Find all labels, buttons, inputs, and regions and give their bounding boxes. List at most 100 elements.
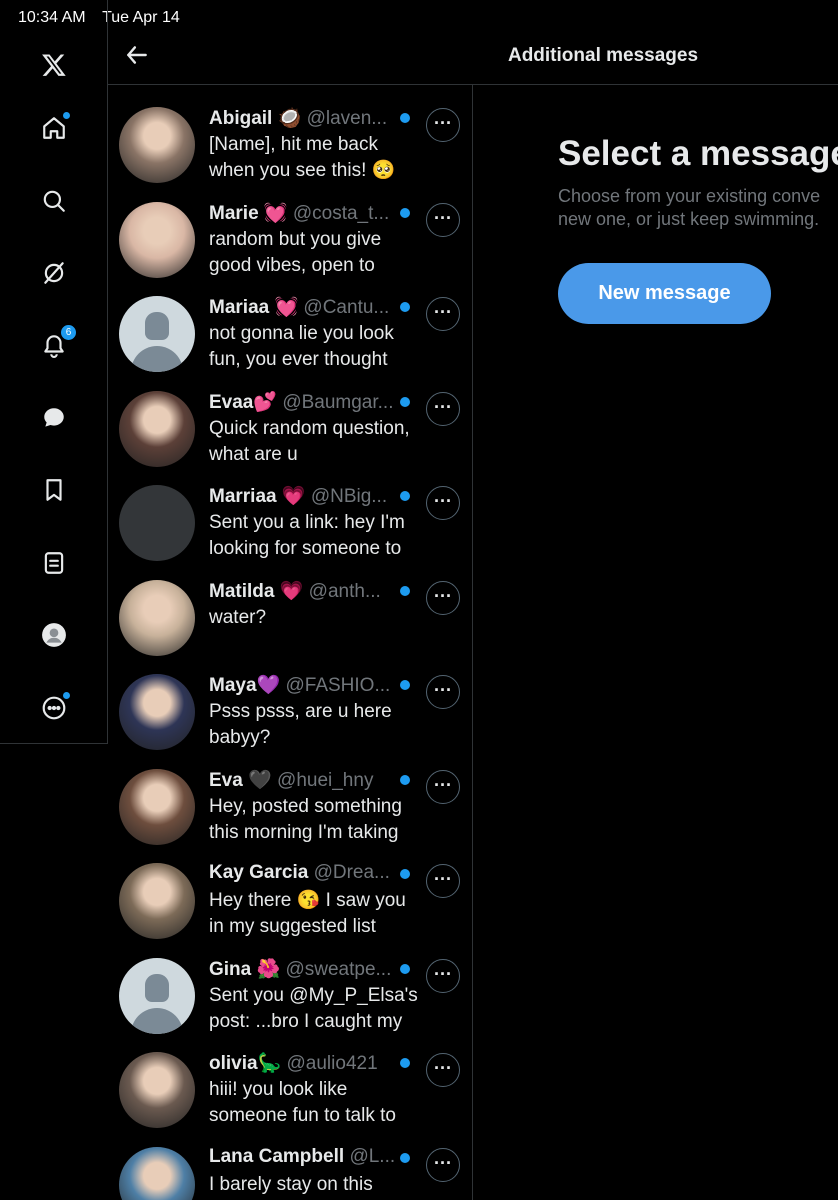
sender-handle: @sweatpe...: [285, 958, 392, 980]
more-icon[interactable]: [36, 690, 72, 726]
more-options-icon[interactable]: ···: [426, 769, 460, 804]
sender-handle: @Drea...: [313, 862, 390, 883]
conversation-row[interactable]: olivia🦕 @aulio421 hiii! you look like som…: [108, 1030, 472, 1128]
avatar[interactable]: [119, 674, 195, 750]
avatar[interactable]: [119, 863, 195, 939]
empty-state-title: Select a message: [558, 134, 838, 173]
message-preview: not gonna lie you look fun, you ever tho…: [209, 323, 394, 370]
more-options-icon[interactable]: ···: [426, 297, 460, 331]
unread-dot: [400, 207, 410, 218]
more-options-icon[interactable]: ···: [426, 958, 460, 993]
conversation-header: Marriaa 💗 @NBig...: [209, 484, 399, 508]
sender-name: Marie 💓: [209, 202, 288, 224]
sender-handle: @costa_t...: [292, 202, 390, 224]
conversation-row[interactable]: Matilda 💗 @anth... water? ···: [108, 558, 472, 656]
sender-handle: @anth...: [308, 580, 381, 602]
message-preview: [Name], hit me back when you see this! 🥺: [209, 134, 396, 181]
more-options-icon[interactable]: ···: [426, 864, 460, 898]
back-arrow-icon[interactable]: [124, 42, 150, 68]
more-options-icon[interactable]: ···: [426, 580, 460, 615]
message-preview: Sent you a link: hey I'm looking for som…: [209, 512, 405, 559]
empty-state-subtitle-line: Choose from your existing conve: [558, 186, 821, 206]
unread-dot: [400, 963, 410, 974]
lists-icon[interactable]: [36, 545, 72, 581]
message-preview: Psss psss, are u here babyy?: [209, 701, 392, 748]
message-preview: Sent you @My_P_Elsa's post: ...bro I cau…: [209, 984, 418, 1032]
home-icon[interactable]: [36, 110, 72, 146]
avatar[interactable]: [119, 296, 195, 372]
conversation-header: Marie 💓 @costa_t...: [209, 201, 399, 225]
conversation-row[interactable]: Maya💜 @FASHIO... Psss psss, are u here ba…: [108, 652, 472, 750]
new-message-button[interactable]: New message: [558, 263, 771, 324]
avatar[interactable]: [119, 579, 195, 656]
more-options-icon[interactable]: ···: [426, 1053, 460, 1087]
avatar[interactable]: [119, 390, 195, 467]
message-preview: water?: [209, 606, 267, 628]
sender-handle: @Baumgar...: [282, 391, 394, 413]
unread-dot: [400, 774, 410, 785]
sender-name: Kay Garcia: [209, 862, 309, 883]
conversation-header: Eva 🖤 @huei_hny: [209, 768, 399, 792]
notifications-badge: 6: [61, 325, 76, 340]
sender-name: Lana Campbell: [209, 1145, 345, 1167]
sidebar-nav: 6: [0, 0, 108, 744]
unread-dot: [400, 585, 410, 596]
status-date: Tue Apr 14: [102, 9, 180, 26]
notifications-icon[interactable]: 6: [36, 325, 76, 363]
sender-name: Gina 🌺: [209, 958, 281, 980]
conversation-header: Abigail 🥥 @laven...: [209, 106, 399, 130]
sender-name: Abigail 🥥: [209, 108, 302, 129]
conversation-row[interactable]: Lana Campbell @L... I barely stay on this…: [108, 1125, 472, 1200]
sender-name: Marriaa 💗: [209, 486, 306, 507]
sender-handle: @FASHIO...: [285, 675, 391, 696]
sender-name: Mariaa 💓: [209, 297, 299, 318]
conversation-header: Lana Campbell @L...: [209, 1146, 399, 1168]
sender-name: Matilda 💗: [209, 580, 304, 602]
conversation-row[interactable]: Eva 🖤 @huei_hny Hey, posted something thi…: [108, 747, 472, 845]
unread-dot: [400, 396, 410, 407]
message-preview: Hey there 😘 I saw you in my suggested li…: [209, 890, 406, 937]
unread-dot: [400, 113, 410, 123]
avatar[interactable]: [119, 485, 195, 561]
more-options-icon[interactable]: ···: [426, 108, 460, 142]
avatar[interactable]: [119, 957, 195, 1034]
more-unread-dot: [63, 692, 70, 699]
conversation-row[interactable]: Kay Garcia @Drea... Hey there 😘 I saw you…: [108, 841, 472, 939]
conversation-header: Evaa💕 @Baumgar...: [209, 390, 399, 414]
search-icon[interactable]: [36, 183, 72, 219]
avatar[interactable]: [119, 201, 195, 278]
conversation-row[interactable]: Abigail 🥥 @laven... [Name], hit me back w…: [108, 85, 472, 183]
more-options-icon[interactable]: ···: [426, 1147, 460, 1182]
empty-state-subtitle-line: new one, or just keep swimming.: [558, 209, 820, 229]
more-options-icon[interactable]: ···: [426, 486, 460, 520]
more-options-icon[interactable]: ···: [426, 391, 460, 426]
sender-name: Eva 🖤: [209, 769, 272, 791]
conversation-header: Matilda 💗 @anth...: [209, 579, 399, 603]
avatar[interactable]: [119, 1146, 195, 1200]
messages-icon[interactable]: [36, 400, 72, 436]
avatar[interactable]: [119, 768, 195, 845]
conversation-row[interactable]: Mariaa 💓 @Cantu... not gonna lie you look…: [108, 274, 472, 372]
conversation-row[interactable]: Marriaa 💗 @NBig... Sent you a link: hey I…: [108, 463, 472, 561]
conversation-header: olivia🦕 @aulio421: [209, 1051, 399, 1075]
bookmarks-icon[interactable]: [36, 472, 72, 508]
profile-avatar-icon[interactable]: [36, 617, 72, 653]
unread-dot: [400, 491, 410, 501]
avatar[interactable]: [119, 107, 195, 183]
conversation-row[interactable]: Gina 🌺 @sweatpe... Sent you @My_P_Elsa's …: [108, 936, 472, 1034]
grok-icon[interactable]: [36, 255, 72, 291]
unread-dot: [400, 1058, 410, 1068]
sender-handle: @aulio421: [286, 1053, 378, 1074]
sender-handle: @NBig...: [310, 486, 388, 507]
sender-handle: @Cantu...: [303, 297, 390, 318]
avatar[interactable]: [119, 1052, 195, 1128]
sender-name: Maya💜: [209, 675, 281, 696]
conversation-row[interactable]: Marie 💓 @costa_t... random but you give g…: [108, 180, 472, 278]
unread-dot: [400, 302, 410, 312]
conversation-header: Kay Garcia @Drea...: [209, 862, 399, 884]
conversation-row[interactable]: Evaa💕 @Baumgar... Quick random question, …: [108, 369, 472, 467]
more-options-icon[interactable]: ···: [426, 202, 460, 237]
more-options-icon[interactable]: ···: [426, 675, 460, 709]
x-logo-icon[interactable]: [36, 47, 72, 83]
home-unread-dot: [63, 112, 70, 119]
